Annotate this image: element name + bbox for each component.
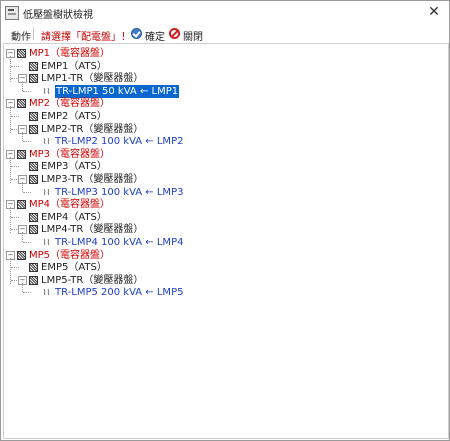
checkbox-icon[interactable] bbox=[29, 61, 38, 71]
tree-node-emp[interactable]: EMP2（ATS） bbox=[4, 110, 444, 123]
tree-node-mp[interactable]: − MP4（電容器盤） bbox=[4, 198, 444, 211]
toolbar: 動作 請選擇「配電盤」！ 確定 關閉 bbox=[1, 25, 449, 43]
toolbar-separator bbox=[33, 28, 34, 40]
tree-node-mp[interactable]: − MP5（電容器盤） bbox=[4, 249, 444, 262]
tree-node-emp[interactable]: EMP1（ATS） bbox=[4, 60, 444, 73]
tree-node-label: EMP5（ATS） bbox=[41, 262, 107, 274]
tree-connector bbox=[11, 216, 19, 218]
tree-node-mp[interactable]: − MP3（電容器盤） bbox=[4, 148, 444, 161]
transformer-icon: ⌇⌇ bbox=[42, 238, 51, 247]
confirm-label: 確定 bbox=[145, 32, 165, 43]
tree-node-emp[interactable]: EMP3（ATS） bbox=[4, 160, 444, 173]
tree-connector bbox=[11, 166, 19, 168]
close-circle-icon bbox=[169, 28, 180, 39]
tree-node-label: MP1（電容器盤） bbox=[29, 48, 111, 59]
tree-node-label: MP4（電容器盤） bbox=[29, 199, 111, 211]
confirm-check-icon bbox=[131, 28, 142, 39]
tree-node-lmp[interactable]: − LMP1-TR（變壓器盤） bbox=[4, 72, 444, 85]
tree-node-label: TR-LMP3 100 kVA ← LMP3 bbox=[55, 186, 184, 198]
tree-connector bbox=[22, 282, 23, 293]
tree-connector bbox=[23, 141, 31, 143]
tree-node-transformer[interactable]: ⌇⌇ TR-LMP1 50 kVA ← LMP1 bbox=[4, 84, 444, 98]
tree-node-label: MP3（電容器盤） bbox=[29, 148, 111, 160]
tree-connector bbox=[10, 156, 11, 183]
tree-node-label: LMP5-TR（變壓器盤） bbox=[41, 274, 144, 286]
app-icon bbox=[5, 6, 19, 20]
tree-node-label: LMP3-TR（變壓器盤） bbox=[41, 174, 144, 185]
tree-connector bbox=[10, 56, 11, 83]
tree-node-label: LMP1-TR（變壓器盤） bbox=[41, 73, 144, 85]
panel-tree[interactable]: − MP1（電容器盤） EMP1（ATS） − LMP1-TR（變壓器盤） ⌇⌇ TR-LM… bbox=[3, 43, 449, 439]
tree-node-transformer[interactable]: ⌇⌇ TR-LMP2 100 kVA ← LMP2 bbox=[4, 135, 444, 148]
checkbox-icon[interactable] bbox=[17, 99, 26, 109]
checkbox-icon[interactable] bbox=[17, 250, 26, 260]
window-title: 低壓盤樹狀檢視 bbox=[23, 10, 93, 21]
tree-connector bbox=[10, 257, 11, 284]
checkbox-icon[interactable] bbox=[17, 49, 26, 58]
tree-node-emp[interactable]: EMP5（ATS） bbox=[4, 261, 444, 274]
checkbox-icon[interactable] bbox=[29, 175, 38, 184]
tree-connector bbox=[23, 242, 31, 243]
transformer-icon: ⌇⌇ bbox=[42, 187, 51, 197]
tree-node-lmp[interactable]: − LMP2-TR（變壓器盤） bbox=[4, 123, 444, 136]
transformer-icon: ⌇⌇ bbox=[42, 86, 51, 96]
tree-node-label: TR-LMP5 200 kVA ← LMP5 bbox=[55, 287, 184, 299]
tree-node-mp[interactable]: − MP1（電容器盤） bbox=[4, 47, 444, 60]
action-menu[interactable]: 動作 bbox=[11, 28, 31, 43]
close-label: 關閉 bbox=[183, 32, 203, 43]
tree-connector bbox=[11, 65, 19, 67]
tree-node-label: EMP3（ATS） bbox=[41, 161, 107, 173]
tree-connector bbox=[22, 131, 23, 142]
checkbox-icon[interactable] bbox=[29, 212, 38, 222]
tree-node-label: TR-LMP1 50 kVA ← LMP1 bbox=[55, 84, 180, 98]
tree-connector bbox=[23, 292, 31, 294]
title-bar: 低壓盤樹狀檢視 ✕ bbox=[1, 1, 449, 25]
tree-node-label: EMP1（ATS） bbox=[41, 60, 107, 72]
tree-node-emp[interactable]: EMP4（ATS） bbox=[4, 211, 444, 224]
tree-connector bbox=[22, 232, 23, 242]
tree-node-label: TR-LMP4 100 kVA ← LMP4 bbox=[55, 237, 184, 248]
tree-connector bbox=[23, 90, 31, 92]
main-window: 低壓盤樹狀檢視 ✕ 動作 請選擇「配電盤」！ 確定 關閉 − MP1（電容器盤） E… bbox=[0, 0, 450, 441]
tree-node-lmp[interactable]: − LMP4-TR（變壓器盤） bbox=[4, 223, 444, 236]
tree-connector bbox=[10, 106, 11, 133]
tree-node-transformer[interactable]: ⌇⌇ TR-LMP4 100 kVA ← LMP4 bbox=[4, 236, 444, 249]
checkbox-icon[interactable] bbox=[29, 275, 38, 285]
checkbox-icon[interactable] bbox=[29, 162, 38, 172]
tree-node-label: LMP2-TR（變壓器盤） bbox=[41, 123, 144, 135]
tree-node-label: EMP2（ATS） bbox=[41, 111, 107, 122]
tree-node-label: LMP4-TR（變壓器盤） bbox=[41, 224, 144, 236]
tree-connector bbox=[10, 207, 11, 234]
tree-node-transformer[interactable]: ⌇⌇ TR-LMP3 100 kVA ← LMP3 bbox=[4, 186, 444, 199]
tree-node-mp[interactable]: − MP2（電容器盤） bbox=[4, 97, 444, 110]
tree-node-label: TR-LMP2 100 kVA ← LMP2 bbox=[55, 136, 184, 148]
checkbox-icon[interactable] bbox=[29, 225, 38, 235]
checkbox-icon[interactable] bbox=[29, 263, 38, 273]
tree-connector bbox=[11, 267, 19, 269]
transformer-icon: ⌇⌇ bbox=[42, 137, 51, 147]
checkbox-icon[interactable] bbox=[17, 200, 26, 210]
checkbox-icon[interactable] bbox=[29, 74, 38, 84]
selection-prompt: 請選擇「配電盤」！ bbox=[41, 32, 131, 43]
window-close-button[interactable]: ✕ bbox=[425, 3, 443, 21]
tree-connector bbox=[11, 116, 19, 117]
tree-connector bbox=[22, 81, 23, 91]
tree-connector bbox=[22, 182, 23, 192]
tree-node-label: MP5（電容器盤） bbox=[29, 249, 111, 261]
transformer-icon: ⌇⌇ bbox=[42, 288, 51, 298]
tree-connector bbox=[23, 191, 31, 193]
checkbox-icon[interactable] bbox=[29, 112, 38, 121]
checkbox-icon[interactable] bbox=[17, 149, 26, 159]
checkbox-icon[interactable] bbox=[29, 124, 38, 134]
tree-node-label: MP2（電容器盤） bbox=[29, 98, 111, 110]
tree-node-label: EMP4（ATS） bbox=[41, 211, 107, 223]
tree-node-lmp[interactable]: − LMP3-TR（變壓器盤） bbox=[4, 173, 444, 186]
tree-node-lmp[interactable]: − LMP5-TR（變壓器盤） bbox=[4, 274, 444, 287]
tree-node-transformer[interactable]: ⌇⌇ TR-LMP5 200 kVA ← LMP5 bbox=[4, 286, 444, 299]
